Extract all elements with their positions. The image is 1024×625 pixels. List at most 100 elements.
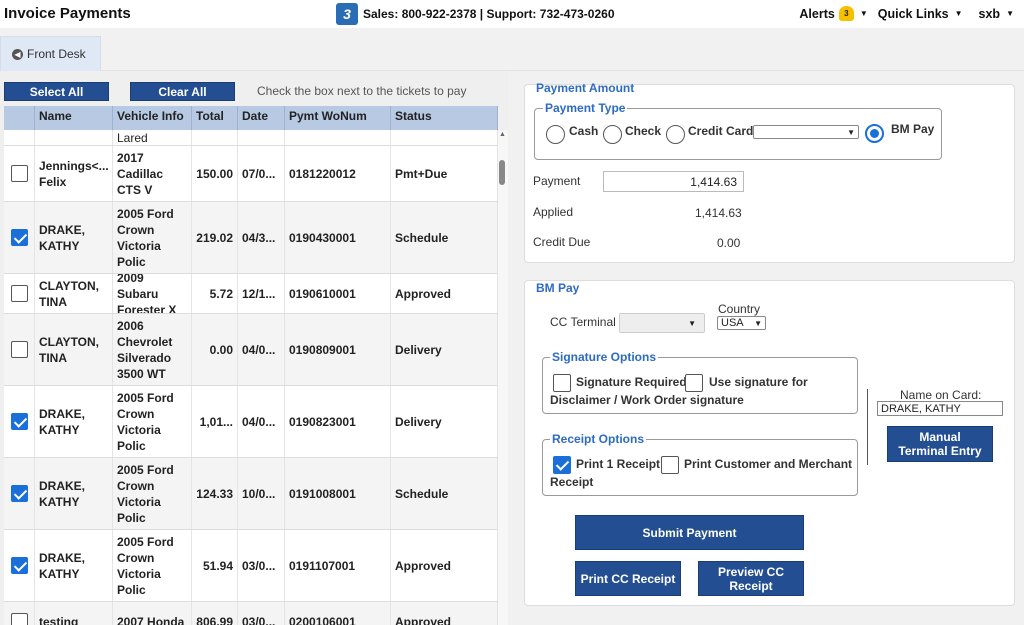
radio-check[interactable] bbox=[603, 125, 622, 144]
manual-terminal-entry-button[interactable]: Manual Terminal Entry bbox=[887, 426, 993, 462]
scroll-thumb[interactable] bbox=[499, 160, 505, 185]
status-cell: Approved bbox=[391, 530, 498, 601]
scroll-up-icon[interactable]: ▲ bbox=[499, 131, 506, 138]
radio-credit-card[interactable] bbox=[666, 125, 685, 144]
payment-amount-title: Payment Amount bbox=[536, 81, 635, 95]
table-row[interactable]: testing 2007 Honda 806.99 03/0... 0200106001… bbox=[4, 602, 498, 625]
select-cell bbox=[4, 130, 35, 145]
select-cell bbox=[4, 602, 35, 625]
back-arrow-icon: ◀ bbox=[12, 48, 23, 60]
credit-due-value: 0.00 bbox=[717, 236, 741, 250]
table-row-partial: Lared bbox=[4, 130, 498, 146]
contact-text: Sales: 800-922-2378 | Support: 732-473-0… bbox=[363, 7, 615, 21]
radio-cash[interactable] bbox=[546, 125, 565, 144]
print-both-receipt-label-cont: Receipt bbox=[550, 475, 594, 489]
status-cell bbox=[391, 130, 498, 145]
print-one-receipt-checkbox[interactable] bbox=[553, 456, 571, 474]
radio-cash-label: Cash bbox=[569, 124, 599, 138]
col-header-total[interactable]: Total bbox=[192, 106, 238, 130]
row-checkbox[interactable] bbox=[10, 485, 28, 502]
page-title: Invoice Payments bbox=[4, 5, 131, 22]
vehicle-cell: 2005 Ford Crown Victoria Polic bbox=[113, 202, 192, 273]
alerts-count: 3 bbox=[844, 9, 849, 18]
select-hint: Check the box next to the tickets to pay bbox=[257, 84, 467, 98]
row-checkbox[interactable] bbox=[10, 285, 28, 302]
row-checkbox[interactable] bbox=[10, 413, 28, 430]
radio-bm-pay-label: BM Pay bbox=[891, 122, 935, 136]
name-cell: DRAKE, KATHY bbox=[35, 386, 113, 457]
alerts-menu[interactable]: Alerts 3 ▼ bbox=[799, 6, 868, 21]
select-cell bbox=[4, 274, 35, 313]
name-on-card-input[interactable]: DRAKE, KATHY bbox=[877, 401, 1003, 416]
wonum-cell: 0190430001 bbox=[285, 202, 391, 273]
row-checkbox[interactable] bbox=[10, 557, 28, 574]
cc-terminal-select[interactable]: ▼ bbox=[619, 313, 705, 333]
col-header-vehicle[interactable]: Vehicle Info bbox=[113, 106, 192, 130]
user-menu[interactable]: sxb ▼ bbox=[979, 7, 1014, 21]
payment-type-legend: Payment Type bbox=[543, 101, 628, 115]
tab-front-desk[interactable]: ◀ Front Desk bbox=[0, 36, 101, 71]
table-row[interactable]: DRAKE, KATHY 2005 Ford Crown Victoria Pol… bbox=[4, 386, 498, 458]
use-signature-label: Use signature for bbox=[709, 375, 808, 389]
status-cell: Delivery bbox=[391, 314, 498, 385]
col-header-select bbox=[4, 106, 35, 130]
submit-payment-button[interactable]: Submit Payment bbox=[575, 515, 804, 550]
cc-terminal-label: CC Terminal bbox=[550, 315, 616, 329]
clear-all-button[interactable]: Clear All bbox=[130, 82, 235, 101]
use-signature-label-cont: Disclaimer / Work Order signature bbox=[550, 393, 744, 407]
country-select[interactable]: USA ▼ bbox=[717, 316, 766, 330]
wonum-cell: 0191008001 bbox=[285, 458, 391, 529]
wonum-cell: 0190610001 bbox=[285, 274, 391, 313]
radio-check-label: Check bbox=[625, 124, 662, 138]
applied-value: 1,414.63 bbox=[695, 206, 742, 220]
col-header-wonum[interactable]: Pymt WoNum bbox=[285, 106, 391, 130]
table-row[interactable]: Jennings<... Felix 2017 Cadillac CTS V 150… bbox=[4, 146, 498, 202]
payment-input[interactable]: 1,414.63 bbox=[603, 171, 744, 192]
date-cell: 03/0... bbox=[238, 530, 285, 601]
table-row[interactable]: CLAYTON, TINA 2009 Subaru Forester X 5.72 1… bbox=[4, 274, 498, 314]
name-cell: DRAKE, KATHY bbox=[35, 530, 113, 601]
radio-bm-pay[interactable] bbox=[865, 124, 884, 143]
top-bar: Invoice Payments 3 Sales: 800-922-2378 |… bbox=[0, 0, 1024, 28]
row-checkbox[interactable] bbox=[10, 341, 28, 358]
receipt-options-legend: Receipt Options bbox=[550, 432, 647, 446]
bm-pay-card: BM Pay CC Terminal ▼ Country USA ▼ Signa… bbox=[524, 280, 1015, 606]
name-cell: Jennings<... Felix bbox=[35, 146, 113, 201]
credit-due-label: Credit Due bbox=[533, 235, 591, 249]
print-both-receipt-checkbox[interactable] bbox=[661, 456, 679, 474]
select-cell bbox=[4, 202, 35, 273]
signature-required-checkbox[interactable] bbox=[553, 374, 571, 392]
table-row[interactable]: DRAKE, KATHY 2005 Ford Crown Victoria Pol… bbox=[4, 202, 498, 274]
total-cell: 0.00 bbox=[192, 314, 238, 385]
vehicle-cell: 2005 Ford Crown Victoria Polic bbox=[113, 458, 192, 529]
preview-cc-receipt-button[interactable]: Preview CC Receipt bbox=[698, 561, 804, 596]
col-header-name[interactable]: Name bbox=[35, 106, 113, 130]
wonum-cell bbox=[285, 130, 391, 145]
table-row[interactable]: DRAKE, KATHY 2005 Ford Crown Victoria Pol… bbox=[4, 530, 498, 602]
signature-required-label: Signature Required bbox=[576, 375, 687, 389]
row-checkbox[interactable] bbox=[10, 229, 28, 246]
quick-links-menu[interactable]: Quick Links ▼ bbox=[878, 7, 963, 21]
grid-rows: Lared Jennings<... Felix 2017 Cadillac CT… bbox=[4, 130, 498, 625]
table-row[interactable]: CLAYTON, TINA 2006 Chevrolet Silverado 35… bbox=[4, 314, 498, 386]
select-cell bbox=[4, 314, 35, 385]
alerts-label: Alerts bbox=[799, 6, 835, 21]
print-both-receipt-label: Print Customer and Merchant bbox=[684, 457, 853, 471]
row-checkbox[interactable] bbox=[10, 165, 28, 182]
vehicle-cell: 2005 Ford Crown Victoria Polic bbox=[113, 530, 192, 601]
name-cell: CLAYTON, TINA bbox=[35, 274, 113, 313]
chevron-down-icon: ▼ bbox=[847, 128, 855, 137]
date-cell: 04/0... bbox=[238, 314, 285, 385]
date-cell: 04/0... bbox=[238, 386, 285, 457]
use-signature-checkbox[interactable] bbox=[685, 374, 703, 392]
tickets-grid: Name Vehicle Info Total Date Pymt WoNum … bbox=[4, 106, 498, 625]
select-all-button[interactable]: Select All bbox=[4, 82, 109, 101]
print-cc-receipt-button[interactable]: Print CC Receipt bbox=[575, 561, 681, 596]
grid-scrollbar[interactable]: ▲ bbox=[498, 130, 508, 625]
row-checkbox[interactable] bbox=[10, 613, 28, 625]
credit-card-select[interactable]: ▼ bbox=[753, 125, 859, 139]
table-row[interactable]: DRAKE, KATHY 2005 Ford Crown Victoria Pol… bbox=[4, 458, 498, 530]
col-header-status[interactable]: Status bbox=[391, 106, 498, 130]
col-header-date[interactable]: Date bbox=[238, 106, 285, 130]
vehicle-cell: Lared bbox=[113, 130, 192, 145]
